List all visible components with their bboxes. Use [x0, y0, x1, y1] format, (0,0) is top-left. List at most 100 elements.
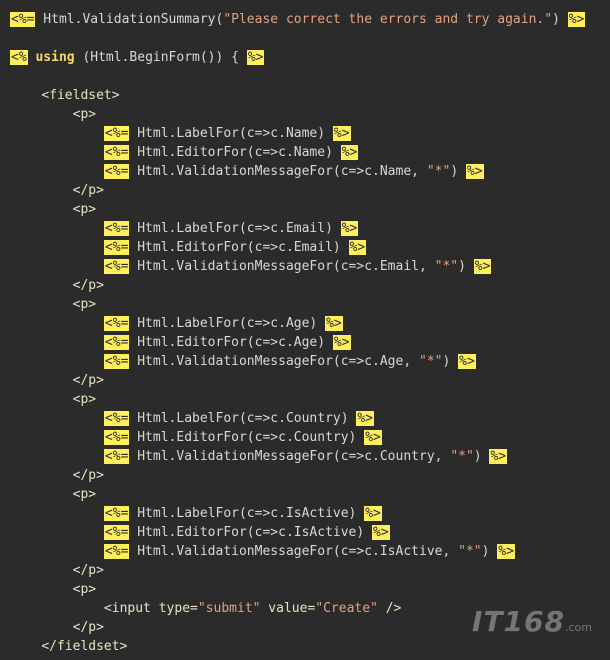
code-line: <%= Html.LabelFor(c=>c.Name) %>: [10, 124, 610, 143]
html-tag: <p>: [72, 582, 97, 597]
watermark-logo: IT168.com: [472, 605, 592, 638]
aspnet-delimiter: %>: [372, 525, 390, 540]
code-line: </fieldset>: [10, 637, 610, 656]
html-tag: />: [377, 601, 402, 616]
code-line: <%= Html.EditorFor(c=>c.Age) %>: [10, 333, 610, 352]
code-line: <%= Html.LabelFor(c=>c.IsActive) %>: [10, 504, 610, 523]
aspnet-delimiter: %>: [332, 335, 351, 350]
html-tag: </p>: [72, 183, 104, 198]
html-attribute: type=: [158, 601, 198, 616]
code-line: </p>: [10, 276, 610, 295]
code-line: <p>: [10, 485, 610, 504]
aspnet-delimiter: <%=: [103, 164, 130, 179]
code-line: <p>: [10, 390, 610, 409]
aspnet-delimiter: <%=: [103, 430, 130, 445]
code-text: ): [450, 164, 466, 179]
aspnet-delimiter: %>: [458, 354, 476, 369]
aspnet-delimiter: <%=: [103, 240, 130, 255]
aspnet-delimiter: %>: [489, 449, 508, 464]
html-tag: </fieldset>: [41, 639, 128, 654]
aspnet-delimiter: %>: [567, 12, 586, 27]
aspnet-delimiter: <%=: [103, 126, 130, 141]
aspnet-delimiter: %>: [340, 145, 359, 160]
code-line: <%= Html.LabelFor(c=>c.Age) %>: [10, 314, 610, 333]
html-tag: </p>: [72, 468, 104, 483]
html-tag: <p>: [72, 107, 97, 122]
code-line: <%= Html.EditorFor(c=>c.Email) %>: [10, 238, 610, 257]
code-text: Html.LabelFor(c=>c.Age): [129, 316, 326, 331]
code-text: Html.EditorFor(c=>c.Email): [129, 240, 349, 255]
html-attribute: value=: [260, 601, 316, 616]
code-line: <%= Html.EditorFor(c=>c.Country) %>: [10, 428, 610, 447]
code-text: Html.LabelFor(c=>c.Name): [129, 126, 333, 141]
aspnet-delimiter: %>: [348, 240, 367, 255]
aspnet-delimiter: <%=: [103, 411, 130, 426]
aspnet-delimiter: <%: [10, 50, 28, 65]
code-text: Html.ValidationMessageFor(c=>c.Name,: [129, 164, 427, 179]
string-literal: "submit": [197, 601, 261, 616]
string-literal: "*": [419, 354, 443, 369]
aspnet-delimiter: %>: [246, 50, 265, 65]
html-tag: <p>: [72, 487, 97, 502]
code-text: Html.LabelFor(c=>c.IsActive): [129, 506, 365, 521]
code-text: Html.ValidationMessageFor(c=>c.Country,: [129, 449, 451, 464]
code-line: </p>: [10, 181, 610, 200]
code-text: Html.ValidationMessageFor(c=>c.IsActive,: [129, 544, 459, 559]
aspnet-delimiter: %>: [325, 316, 343, 331]
string-literal: "*": [458, 544, 482, 559]
aspnet-delimiter: %>: [364, 506, 382, 521]
aspnet-delimiter: %>: [332, 126, 351, 141]
code-line: <% using (Html.BeginForm()) { %>: [10, 48, 610, 67]
code-line: <p>: [10, 200, 610, 219]
aspnet-delimiter: <%=: [103, 316, 130, 331]
aspnet-delimiter: <%=: [103, 354, 130, 369]
aspnet-delimiter: <%=: [103, 145, 130, 160]
string-literal: "Please correct the errors and try again…: [223, 12, 553, 27]
aspnet-delimiter: %>: [465, 164, 484, 179]
code-line: </p>: [10, 371, 610, 390]
aspnet-delimiter: <%=: [103, 221, 130, 236]
code-line: <%= Html.ValidationMessageFor(c=>c.Age, …: [10, 352, 610, 371]
code-editor: <%= Html.ValidationSummary("Please corre…: [0, 0, 610, 660]
code-text: ): [473, 449, 490, 464]
aspnet-delimiter: %>: [364, 430, 382, 445]
html-tag: </p>: [72, 373, 104, 388]
code-text: Html.EditorFor(c=>c.IsActive): [129, 525, 373, 540]
code-text: Html.EditorFor(c=>c.Country): [129, 430, 365, 445]
html-tag: <p>: [72, 202, 97, 217]
string-literal: "Create": [315, 601, 378, 616]
aspnet-delimiter: %>: [340, 221, 359, 236]
code-line: <%= Html.ValidationSummary("Please corre…: [10, 10, 610, 29]
code-text: ): [458, 259, 474, 274]
code-text: ): [481, 544, 498, 559]
code-line: </p>: [10, 466, 610, 485]
code-text: Html.ValidationMessageFor(c=>c.Age,: [129, 354, 419, 369]
code-line: <%= Html.ValidationMessageFor(c=>c.Name,…: [10, 162, 610, 181]
code-text: Html.LabelFor(c=>c.Email): [129, 221, 341, 236]
aspnet-delimiter: <%=: [103, 525, 130, 540]
